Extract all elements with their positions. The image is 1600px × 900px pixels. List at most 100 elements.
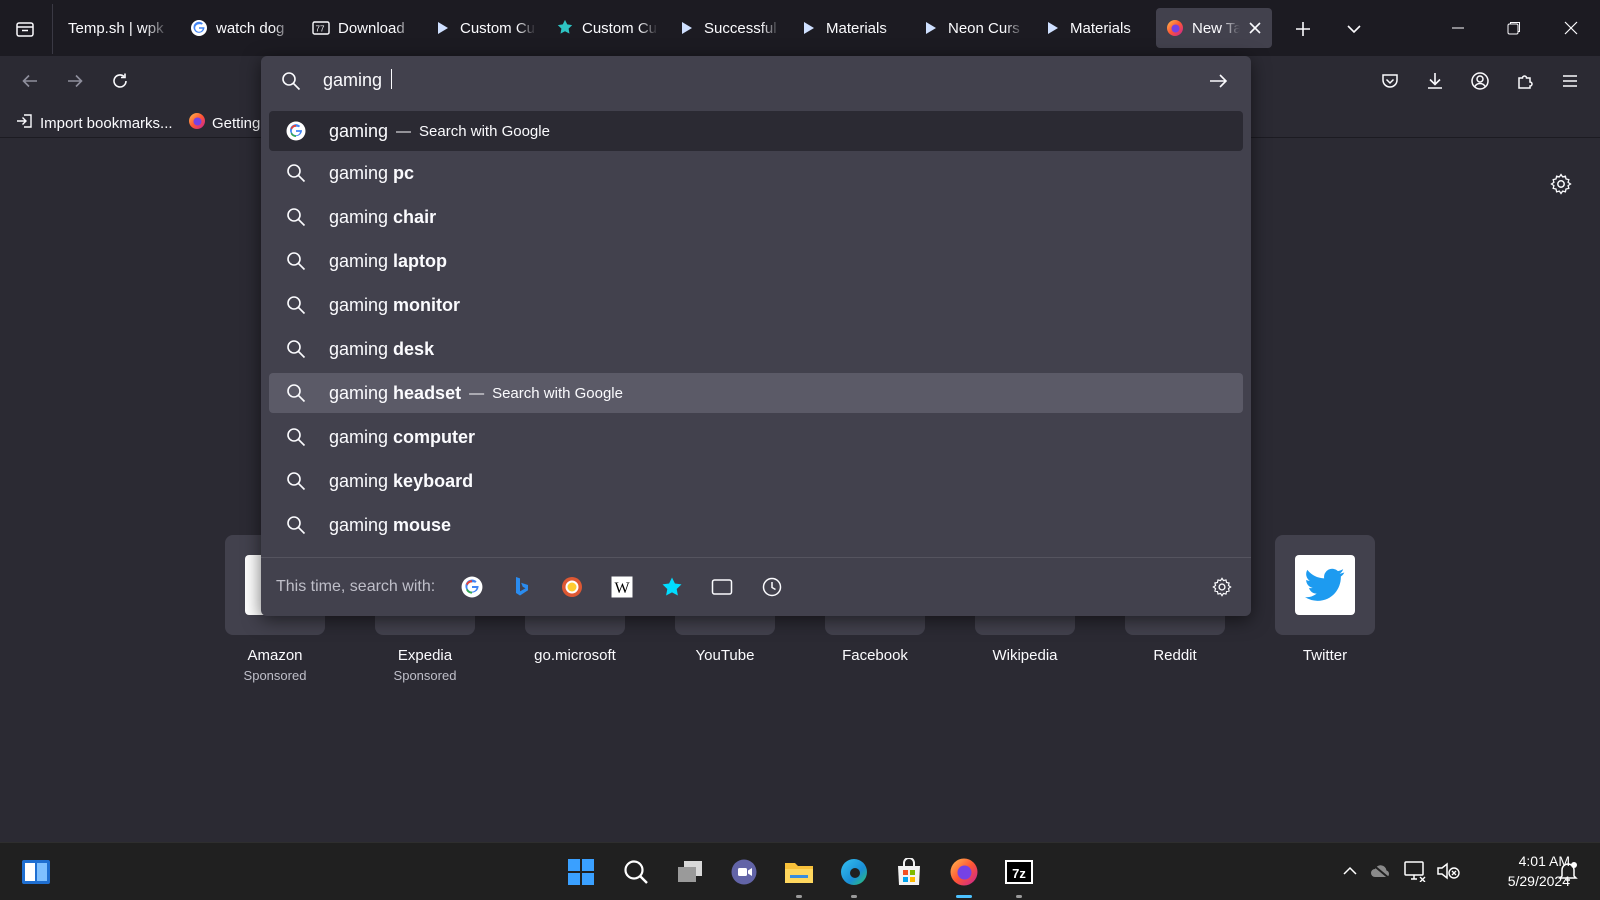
urlbar-input[interactable]: gaming	[323, 69, 1183, 93]
import-bookmarks-label: Import bookmarks...	[40, 114, 173, 132]
suggestion-search-with-google[interactable]: gaming — Search with Google	[269, 111, 1243, 151]
back-arrow-icon[interactable]	[13, 64, 47, 98]
list-all-tabs-icon[interactable]	[8, 12, 42, 46]
gear-icon[interactable]	[1544, 167, 1578, 201]
tabs-icon[interactable]	[705, 570, 739, 604]
edge-browser-icon[interactable]	[834, 852, 874, 898]
suggestion-action: Search with Google	[419, 122, 550, 140]
suggestion-gaming-desk[interactable]: gaming desk	[269, 327, 1243, 371]
svg-text:7z: 7z	[1012, 866, 1026, 881]
play-icon	[434, 19, 452, 37]
new-tab-plus-icon[interactable]	[1286, 12, 1320, 46]
suggestion-completion: computer	[393, 426, 476, 447]
show-hidden-icons-chevron-up-icon[interactable]	[1336, 857, 1364, 885]
tab-new-tab[interactable]: New Tab	[1156, 8, 1272, 48]
svg-text:W: W	[615, 580, 631, 597]
tab-temp-sh[interactable]: Temp.sh | wpk	[58, 8, 180, 48]
suggestion-gaming-pc[interactable]: gaming pc	[269, 151, 1243, 195]
microsoft-store-icon[interactable]	[889, 852, 929, 892]
volume-muted-icon[interactable]	[1434, 857, 1462, 885]
import-bookmarks-button[interactable]: Import bookmarks...	[16, 111, 173, 135]
tab-strip: Temp.sh | wpk watch dog 77 Download Cust…	[0, 0, 1600, 56]
search-icon	[285, 294, 307, 316]
site-name: Facebook	[842, 647, 908, 664]
suggestion-completion: keyboard	[393, 470, 474, 491]
getting-started-label: Getting	[212, 114, 261, 132]
task-view-icon[interactable]	[670, 852, 710, 892]
suggestion-gaming-monitor[interactable]: gaming monitor	[269, 283, 1243, 327]
tab-label: watch dog	[216, 19, 285, 37]
tab-list: Temp.sh | wpk watch dog 77 Download Cust…	[58, 8, 1272, 48]
account-icon[interactable]	[1463, 64, 1497, 98]
duckduckgo-icon[interactable]	[555, 570, 589, 604]
urlbar: gaming	[261, 56, 1251, 106]
restore-icon[interactable]	[1492, 8, 1536, 48]
search-icon	[285, 206, 307, 228]
minimize-icon[interactable]	[1436, 8, 1480, 48]
tab-download[interactable]: 77 Download	[302, 8, 424, 48]
suggestion-prefix: gaming	[329, 338, 389, 359]
bookmarks-star-icon[interactable]	[655, 570, 689, 604]
taskbar-search-icon[interactable]	[616, 852, 656, 892]
bing-icon[interactable]	[505, 570, 539, 604]
tab-custom-cursor-2[interactable]: Custom Cu	[546, 8, 668, 48]
extensions-puzzle-icon[interactable]	[1508, 64, 1542, 98]
close-tab-icon[interactable]	[1248, 21, 1262, 35]
tab-label: Materials	[1070, 19, 1131, 37]
suggestion-gaming-mouse[interactable]: gaming mouse	[269, 503, 1243, 547]
tab-materials-1[interactable]: Materials	[790, 8, 912, 48]
tab-label: Neon Curs	[948, 19, 1020, 37]
suggestion-gaming-headset[interactable]: gaming headset — Search with Google	[269, 373, 1243, 413]
google-icon	[285, 120, 307, 142]
suggestion-action: Search with Google	[492, 384, 623, 402]
site-name: Reddit	[1153, 647, 1197, 664]
network-icon[interactable]	[1401, 857, 1429, 885]
suggestion-gaming-computer[interactable]: gaming computer	[269, 415, 1243, 459]
suggestion-completion: headset	[393, 382, 462, 403]
forward-arrow-icon[interactable]	[58, 64, 92, 98]
tab-label: Successful	[704, 19, 777, 37]
teams-chat-icon[interactable]	[724, 852, 764, 892]
windows-start-icon[interactable]	[561, 852, 601, 892]
history-icon[interactable]	[755, 570, 789, 604]
tab-successful[interactable]: Successful	[668, 8, 790, 48]
site-name: Amazon	[247, 647, 303, 664]
suggestion-gaming-laptop[interactable]: gaming laptop	[269, 239, 1243, 283]
wikipedia-icon[interactable]: W	[605, 570, 639, 604]
hamburger-menu-icon[interactable]	[1553, 64, 1587, 98]
file-explorer-icon[interactable]	[779, 852, 819, 898]
pocket-icon[interactable]	[1373, 64, 1407, 98]
tab-materials-2[interactable]: Materials	[1034, 8, 1156, 48]
site-tile	[1275, 535, 1375, 635]
search-icon	[285, 162, 307, 184]
tab-neon-cursor[interactable]: Neon Curs	[912, 8, 1034, 48]
7zip-icon[interactable]: 7z	[999, 852, 1039, 898]
top-site-twitter[interactable]: Twitter	[1265, 535, 1385, 664]
twitter-bird-icon	[1295, 555, 1355, 615]
go-arrow-icon[interactable]	[1207, 70, 1229, 92]
search-icon	[285, 514, 307, 536]
play-icon	[922, 19, 940, 37]
suggestion-gaming-keyboard[interactable]: gaming keyboard	[269, 459, 1243, 503]
reload-icon[interactable]	[103, 64, 137, 98]
tab-custom-cursor-1[interactable]: Custom Cu	[424, 8, 546, 48]
window-close-icon[interactable]	[1549, 8, 1593, 48]
search-settings-gear-icon[interactable]	[1207, 572, 1237, 602]
tab-label: Temp.sh | wpk	[68, 19, 164, 37]
running-indicator	[1016, 895, 1022, 898]
suggestion-prefix: gaming	[329, 426, 389, 447]
onedrive-cloud-icon[interactable]	[1367, 857, 1395, 885]
tab-watch-dog[interactable]: watch dog	[180, 8, 302, 48]
tab-label: New Tab	[1192, 19, 1240, 37]
suggestion-gaming-chair[interactable]: gaming chair	[269, 195, 1243, 239]
downloads-icon[interactable]	[1418, 64, 1452, 98]
import-icon	[16, 112, 34, 134]
suggestion-prefix: gaming	[329, 250, 389, 271]
google-icon[interactable]	[455, 570, 489, 604]
chevron-down-icon[interactable]	[1337, 12, 1371, 46]
firefox-taskbar-icon[interactable]	[944, 852, 984, 898]
getting-started-bookmark[interactable]: Getting	[188, 111, 260, 135]
notification-bell-icon[interactable]	[1554, 857, 1582, 885]
widgets-icon[interactable]	[16, 852, 56, 892]
separator-dash: —	[469, 384, 485, 402]
